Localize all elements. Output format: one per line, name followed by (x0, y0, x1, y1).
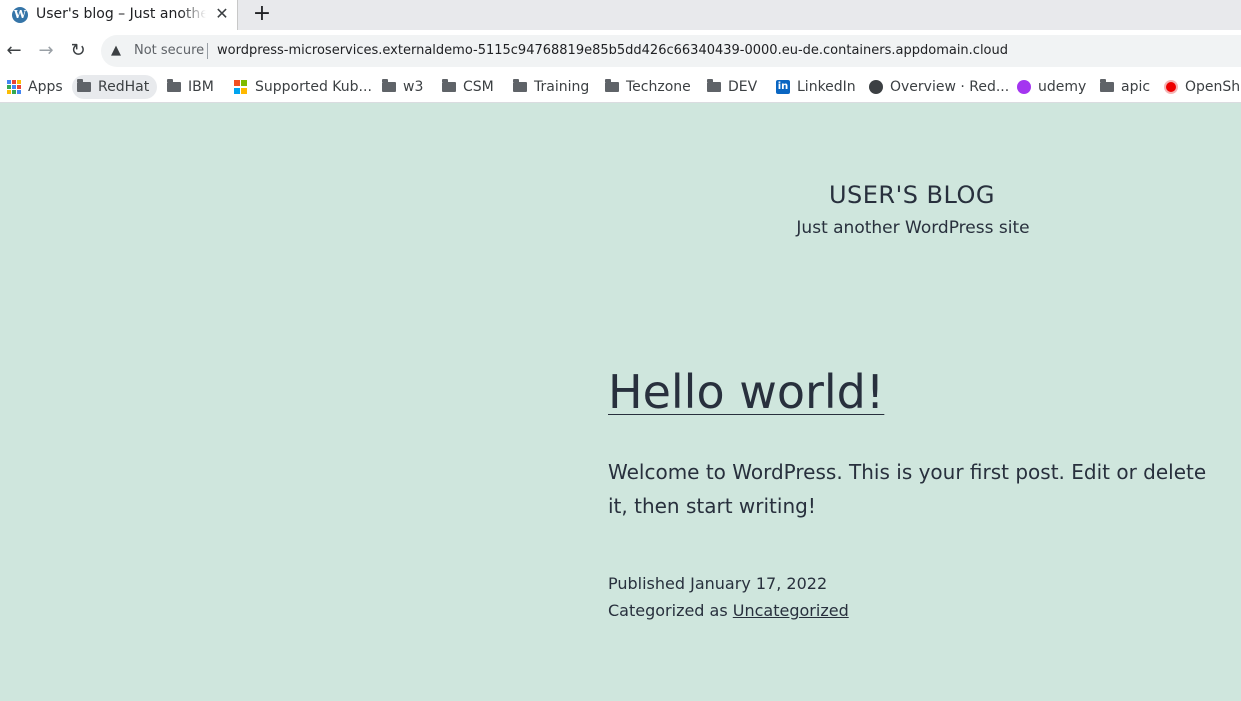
bookmark-label: Apps (28, 79, 63, 95)
browser-toolbar: ← → ↻ ▲ Not secure wordpress-microservic… (0, 30, 1241, 72)
tab-strip: W User's blog – Just another WordPress s… (0, 0, 1241, 30)
bookmark-csm[interactable]: CSM (437, 75, 494, 99)
folder-icon (605, 79, 619, 92)
bookmark-label: w3 (403, 79, 424, 95)
folder-icon (1100, 79, 1114, 92)
udemy-icon (1017, 80, 1031, 94)
published-date: January 17, 2022 (690, 574, 828, 593)
bookmark-linkedin[interactable]: in LinkedIn (771, 75, 856, 99)
bookmark-label: RedHat (98, 79, 150, 95)
security-status[interactable]: Not secure (134, 43, 204, 58)
close-tab-icon[interactable]: ✕ (212, 4, 232, 24)
openshift-icon (1164, 80, 1178, 94)
reload-button[interactable]: ↻ (66, 39, 90, 63)
bookmark-redhat[interactable]: RedHat (72, 75, 158, 99)
address-bar[interactable]: ▲ Not secure wordpress-microservices.ext… (101, 35, 1241, 67)
bookmarks-bar: Apps RedHat IBM Supported Kub... w3 CSM … (0, 72, 1241, 103)
folder-icon (382, 79, 396, 92)
site-title[interactable]: USER'S BLOG (762, 181, 1062, 209)
bookmark-apic[interactable]: apic (1095, 75, 1150, 99)
bookmark-supported-kub[interactable]: Supported Kub... (229, 75, 372, 99)
omnibox-divider (207, 43, 208, 59)
linkedin-icon: in (776, 80, 790, 94)
post-published: Published January 17, 2022 (608, 574, 827, 593)
wordpress-icon: W (12, 7, 28, 23)
bookmark-label: IBM (188, 79, 214, 95)
bookmark-label: Overview · Red... (890, 79, 1010, 95)
bookmark-label: OpenShi (1185, 79, 1241, 95)
bookmark-label: Supported Kub... (255, 79, 372, 95)
bookmark-label: udemy (1038, 79, 1087, 95)
bookmark-label: Techzone (626, 79, 691, 95)
warning-icon[interactable]: ▲ (111, 43, 121, 58)
post-excerpt: Welcome to WordPress. This is your first… (608, 460, 1207, 518)
browser-tab[interactable]: W User's blog – Just another WordPress s… (0, 0, 238, 30)
bookmark-udemy[interactable]: udemy (1012, 75, 1086, 99)
url-text[interactable]: wordpress-microservices.externaldemo-511… (217, 43, 1008, 58)
bookmark-ibm[interactable]: IBM (162, 75, 214, 99)
page-content: USER'S BLOG Just another WordPress site … (0, 103, 1241, 701)
back-button[interactable]: ← (2, 39, 26, 63)
bookmark-apps[interactable]: Apps (2, 75, 63, 99)
folder-icon (707, 79, 721, 92)
post-title[interactable]: Hello world! (608, 365, 884, 419)
bookmark-overview-red[interactable]: Overview · Red... (864, 75, 1009, 99)
folder-icon (77, 79, 91, 92)
bookmark-w3[interactable]: w3 (377, 75, 423, 99)
bookmark-label: Training (534, 79, 590, 95)
post-categories: Categorized as Uncategorized (608, 601, 849, 620)
category-link[interactable]: Uncategorized (733, 601, 849, 620)
bookmark-techzone[interactable]: Techzone (600, 75, 691, 99)
globe-icon (869, 80, 883, 94)
microsoft-icon (234, 80, 248, 94)
category-label: Categorized as (608, 601, 728, 620)
new-tab-button[interactable]: + (251, 3, 273, 25)
bookmark-label: apic (1121, 79, 1151, 95)
folder-icon (513, 79, 527, 92)
bookmark-label: DEV (728, 79, 758, 95)
folder-icon (167, 79, 181, 92)
bookmark-openshift[interactable]: OpenShi (1159, 75, 1241, 99)
bookmark-training[interactable]: Training (508, 75, 589, 99)
bookmark-label: CSM (463, 79, 494, 95)
apps-grid-icon (7, 80, 21, 94)
bookmark-label: LinkedIn (797, 79, 856, 95)
forward-button[interactable]: → (34, 39, 58, 63)
tab-title: User's blog – Just another WordPress sit… (36, 6, 206, 22)
site-tagline: Just another WordPress site (796, 218, 1030, 238)
folder-icon (442, 79, 456, 92)
bookmark-dev[interactable]: DEV (702, 75, 757, 99)
published-label: Published (608, 574, 686, 593)
